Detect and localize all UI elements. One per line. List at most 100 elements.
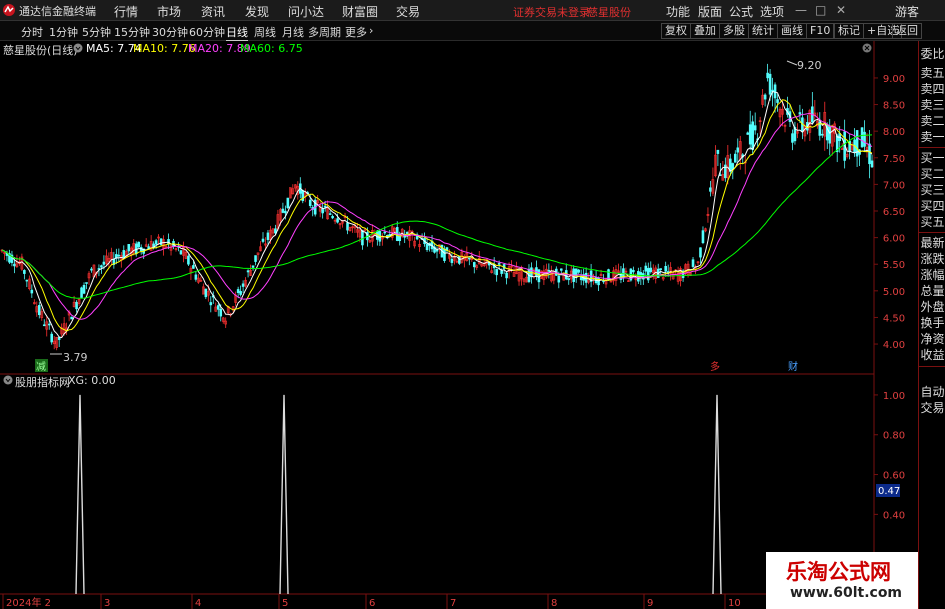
indicator-series (75, 394, 722, 595)
indicator-tick-label: 0.80 (883, 431, 905, 442)
candlestick-series (0, 63, 874, 351)
period-weekly[interactable]: 周线 (254, 24, 276, 40)
candle-body (435, 249, 439, 252)
candle-body (361, 230, 364, 246)
candle-body (266, 232, 270, 240)
candle-body (733, 153, 737, 163)
mark-button[interactable]: 标记 (834, 23, 864, 39)
x-tick-label: 3 (104, 598, 110, 609)
menu-quotes[interactable]: 行情 (114, 3, 138, 20)
side-item-sell5[interactable]: 卖五 (919, 65, 945, 81)
side-item-outer[interactable]: 外盘 (919, 299, 945, 315)
period-30min[interactable]: 30分钟 (152, 24, 188, 40)
side-item-sell2[interactable]: 卖二 (919, 113, 945, 129)
period-1min[interactable]: 1分钟 (49, 24, 78, 40)
indicator-value: XG: 0.00 (68, 374, 116, 387)
side-item-buy2[interactable]: 买二 (919, 166, 945, 182)
candle-body (632, 270, 635, 273)
candle-body (798, 112, 802, 115)
back-button[interactable]: 返回 (892, 23, 922, 39)
side-divider (919, 147, 945, 148)
candle-body (868, 143, 871, 165)
candle-body (577, 269, 580, 273)
side-item-turnover[interactable]: 换手 (919, 315, 945, 331)
menu-options[interactable]: 选项 (760, 3, 784, 20)
candle-body (763, 94, 767, 100)
multi-stock-button[interactable]: 多股 (719, 23, 749, 39)
side-item-buy3[interactable]: 买三 (919, 182, 945, 198)
minimize-button[interactable]: — (795, 3, 807, 17)
side-item-pct[interactable]: 涨幅 (919, 267, 945, 283)
login-status[interactable]: 证券交易未登录 (513, 4, 590, 20)
candle-body (192, 265, 195, 269)
candle-body (547, 269, 551, 272)
side-item-buy1[interactable]: 买一 (919, 150, 945, 166)
side-item-sell3[interactable]: 卖三 (919, 97, 945, 113)
side-item-buy5[interactable]: 买五 (919, 214, 945, 230)
side-item-sell4[interactable]: 卖四 (919, 81, 945, 97)
xg-signal-spike (712, 394, 722, 595)
x-tick-label: 6 (369, 598, 375, 609)
close-button[interactable]: ✕ (836, 3, 846, 17)
menu-discover[interactable]: 发现 (245, 3, 269, 20)
period-daily[interactable]: 日线 (226, 24, 248, 41)
restore-button[interactable]: □ (815, 3, 826, 17)
candle-body (751, 121, 754, 150)
user-label[interactable]: 游客 (895, 3, 919, 20)
candle-body (331, 215, 334, 219)
candle-body (863, 131, 866, 147)
app-title: 通达信金融终端 (19, 5, 96, 18)
menu-news[interactable]: 资讯 (201, 3, 225, 20)
x-axis-labels: 2024年 2 3 4 5 6 7 8 9 10 (2, 594, 741, 609)
menu-market[interactable]: 市场 (157, 3, 181, 20)
period-multi[interactable]: 多周期 (308, 24, 341, 40)
menu-wealth[interactable]: 财富圈 (342, 3, 378, 20)
candle-body (246, 270, 250, 273)
period-tick[interactable]: 分时 (21, 24, 43, 40)
candle-body (557, 275, 561, 283)
x-tick-label: 7 (450, 598, 456, 609)
candle-body (791, 133, 794, 143)
side-item-weibi[interactable]: 委比 (919, 46, 945, 62)
side-item-netasset[interactable]: 净资 (919, 331, 945, 347)
period-monthly[interactable]: 月线 (282, 24, 304, 40)
side-item-earnings[interactable]: 收益 (919, 347, 945, 363)
side-item-buy4[interactable]: 买四 (919, 198, 945, 214)
ma10-line (1, 99, 873, 332)
stats-button[interactable]: 统计 (748, 23, 778, 39)
draw-button[interactable]: 画线 (777, 23, 807, 39)
side-item-sell1[interactable]: 卖一 (919, 129, 945, 145)
menu-function[interactable]: 功能 (666, 3, 690, 20)
chevron-right-icon[interactable]: › (369, 24, 373, 37)
candle-body (567, 278, 571, 281)
period-more[interactable]: 更多 (345, 24, 367, 40)
f10-button[interactable]: F10 (806, 23, 835, 39)
period-60min[interactable]: 60分钟 (189, 24, 225, 40)
menu-formula[interactable]: 公式 (729, 3, 753, 20)
side-item-change[interactable]: 涨跌 (919, 251, 945, 267)
side-item-trade[interactable]: 交易 (919, 400, 945, 416)
overlay-button[interactable]: 叠加 (690, 23, 720, 39)
menu-trade[interactable]: 交易 (396, 3, 420, 20)
period-5min[interactable]: 5分钟 (82, 24, 111, 40)
menu-ask[interactable]: 问小达 (288, 3, 324, 20)
period-toolbar: 分时 1分钟 5分钟 15分钟 30分钟 60分钟 日线 周线 月线 多周期 更… (0, 21, 945, 41)
kline-chart[interactable]: 9.00 8.50 8.00 7.50 7.00 6.50 6.00 5.50 5.00 4.50… (0, 41, 918, 609)
menu-layout[interactable]: 版面 (698, 3, 722, 20)
side-item-volume[interactable]: 总量 (919, 283, 945, 299)
candle-body (719, 174, 722, 177)
candle-body (57, 337, 61, 340)
adjust-button[interactable]: 复权 (661, 23, 691, 39)
candle-body (239, 291, 242, 295)
period-15min[interactable]: 15分钟 (114, 24, 150, 40)
candle-body (753, 125, 757, 131)
candle-body (505, 272, 508, 279)
side-item-latest[interactable]: 最新 (919, 235, 945, 251)
indicator-settings-icon[interactable] (3, 375, 13, 385)
y-tick-label: 9.00 (883, 74, 905, 85)
side-item-auto[interactable]: 自动 (919, 384, 945, 400)
indicator-tick-label: 0.60 (883, 471, 905, 482)
x-tick-label: 10 (728, 598, 741, 609)
candle-body (154, 240, 158, 245)
candle-body (776, 99, 779, 103)
